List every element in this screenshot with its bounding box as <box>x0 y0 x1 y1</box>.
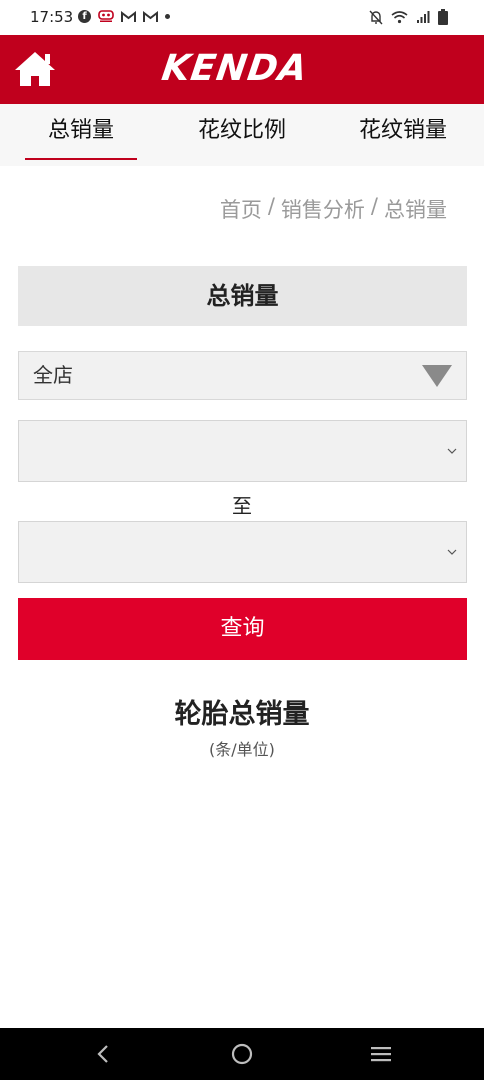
facebook-icon: f <box>78 10 91 23</box>
tab-pattern-ratio[interactable]: 花纹比例 <box>186 104 298 166</box>
back-icon[interactable] <box>90 1041 116 1067</box>
tab-total-sales[interactable]: 总销量 <box>25 104 137 166</box>
results-title: 轮胎总销量 <box>174 699 310 730</box>
battery-icon <box>438 9 448 25</box>
chevron-down-icon <box>447 448 457 454</box>
tab-bar: 总销量 花纹比例 花纹销量 <box>0 104 484 166</box>
status-time: 17:53 <box>30 8 74 26</box>
breadcrumb-home[interactable]: 首页 <box>220 194 262 224</box>
results-unit: (条/单位) <box>209 740 275 759</box>
store-select-value: 全店 <box>33 363 73 387</box>
mute-icon <box>369 10 383 24</box>
breadcrumb: 首页 / 销售分析 / 总销量 <box>220 194 447 224</box>
breadcrumb-separator: / <box>267 194 275 218</box>
breadcrumb-section[interactable]: 销售分析 <box>281 194 365 224</box>
home-circle-icon[interactable] <box>229 1041 255 1067</box>
status-system-icons <box>369 9 448 25</box>
dropdown-triangle-icon <box>422 365 452 387</box>
tab-pattern-sales[interactable]: 花纹销量 <box>350 104 456 166</box>
app-notification-icon <box>98 10 114 22</box>
page-title: 总销量 <box>18 266 467 326</box>
home-icon[interactable] <box>12 49 58 89</box>
gmail-icon <box>121 10 136 22</box>
system-navigation-bar <box>0 1028 484 1080</box>
breadcrumb-separator: / <box>370 194 378 218</box>
status-notifications: f <box>78 10 170 23</box>
chevron-down-icon <box>447 549 457 555</box>
start-date-select[interactable] <box>18 420 467 482</box>
app-header: KENDA <box>0 35 484 104</box>
status-bar: 17:53 f <box>0 0 484 35</box>
end-date-select[interactable] <box>18 521 467 583</box>
gmail-icon <box>143 10 158 22</box>
query-button[interactable]: 查询 <box>18 598 467 660</box>
wifi-icon <box>391 11 408 24</box>
more-dot-icon <box>165 14 170 19</box>
kenda-logo: KENDA <box>159 48 311 89</box>
to-label: 至 <box>232 494 252 518</box>
store-select[interactable]: 全店 <box>18 351 467 400</box>
recent-apps-icon[interactable] <box>368 1041 394 1067</box>
breadcrumb-current: 总销量 <box>384 198 447 222</box>
signal-icon <box>417 11 430 23</box>
